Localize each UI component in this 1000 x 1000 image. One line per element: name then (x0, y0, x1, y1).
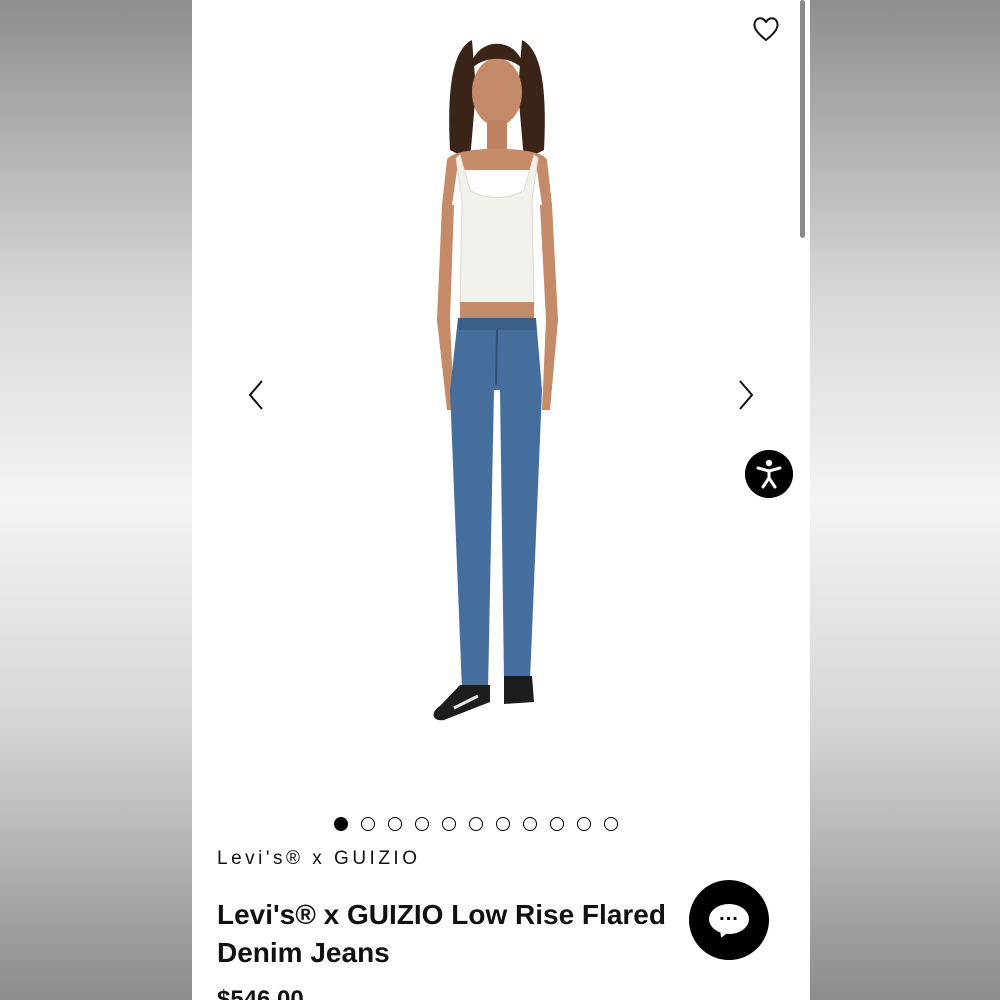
gallery-dot[interactable] (496, 817, 510, 831)
gallery-dot[interactable] (604, 817, 618, 831)
chevron-left-icon[interactable] (244, 377, 268, 413)
chevron-right-icon[interactable] (734, 377, 758, 413)
gallery-dot[interactable] (388, 817, 402, 831)
chat-button[interactable]: ... (689, 880, 769, 960)
gallery-dot[interactable] (577, 817, 591, 831)
accessibility-icon[interactable] (745, 450, 793, 498)
wishlist-heart-icon[interactable] (752, 16, 780, 42)
gallery-dot[interactable] (550, 817, 564, 831)
gallery-dot[interactable] (442, 817, 456, 831)
gallery-pagination (334, 817, 618, 831)
gallery-dot[interactable] (469, 817, 483, 831)
product-image[interactable] (392, 30, 602, 750)
product-title: Levi's® x GUIZIO Low Rise Flared Denim J… (217, 899, 666, 968)
product-page: Levi's® x GUIZIO Levi's® x GUIZIO Low Ri… (192, 0, 810, 1000)
brand-name[interactable]: Levi's® x GUIZIO (217, 848, 420, 870)
scrollbar[interactable] (800, 0, 805, 238)
chat-bubble-icon: ... (709, 904, 749, 934)
gallery-dot[interactable] (415, 817, 429, 831)
gallery-dot[interactable] (334, 817, 348, 831)
gallery-dot[interactable] (361, 817, 375, 831)
gallery-dot[interactable] (523, 817, 537, 831)
product-price: $546.00 (217, 986, 304, 1000)
